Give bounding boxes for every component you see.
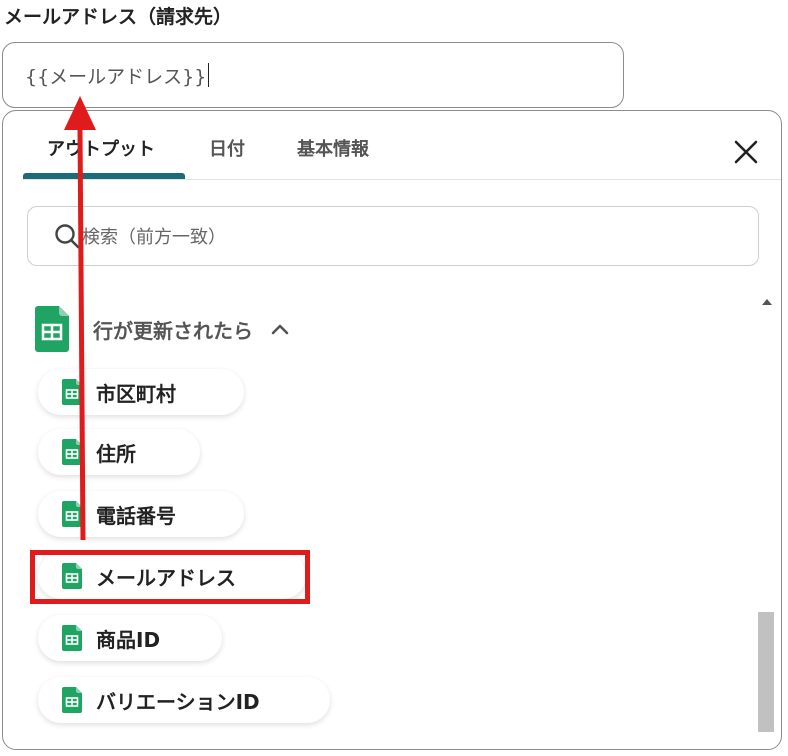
scrollbar[interactable] <box>758 185 776 732</box>
email-billing-input[interactable]: {{メールアドレス}} <box>2 42 624 108</box>
text-caret <box>208 63 210 87</box>
tab-bar: アウトプット 日付 基本情報 <box>23 111 783 181</box>
list-item-label: 市区町村 <box>96 381 176 406</box>
google-sheets-icon <box>35 306 69 352</box>
search-placeholder: 検索（前方一致） <box>82 227 226 248</box>
chevron-up-icon[interactable] <box>271 323 289 335</box>
list-item-label: 住所 <box>96 441 136 466</box>
list-item-label: バリエーションID <box>96 689 260 714</box>
google-sheets-icon <box>62 501 82 527</box>
list-item-phone[interactable]: 電話番号 <box>38 491 244 537</box>
close-icon[interactable] <box>733 139 759 165</box>
group-title: 行が更新されたら <box>93 318 253 343</box>
list-item-label: 商品ID <box>96 627 161 652</box>
list-item-label: 電話番号 <box>96 503 176 528</box>
tab-date[interactable]: 日付 <box>209 135 245 161</box>
google-sheets-icon <box>62 687 82 713</box>
list-item-product-id[interactable]: 商品ID <box>38 615 222 661</box>
google-sheets-icon <box>62 625 82 651</box>
list-item-label: メールアドレス <box>96 565 236 590</box>
list-item-email[interactable]: メールアドレス <box>38 553 306 599</box>
search-icon <box>55 224 80 249</box>
scroll-up-arrow[interactable] <box>762 299 772 305</box>
scroll-thumb[interactable] <box>758 612 774 732</box>
group-header[interactable]: 行が更新されたら <box>35 306 289 352</box>
google-sheets-icon <box>62 563 82 589</box>
google-sheets-icon <box>62 439 82 465</box>
field-label: メールアドレス（請求先） <box>4 6 233 28</box>
email-input-value: {{メールアドレス}} <box>25 65 207 88</box>
list-item-address[interactable]: 住所 <box>38 429 200 475</box>
search-input[interactable]: 検索（前方一致） <box>27 206 759 266</box>
list-item-variation-id[interactable]: バリエーションID <box>38 677 330 723</box>
tab-divider <box>23 179 781 180</box>
google-sheets-icon <box>62 379 82 405</box>
tab-basic-info[interactable]: 基本情報 <box>297 135 369 161</box>
tab-output[interactable]: アウトプット <box>47 135 155 161</box>
list-item-city[interactable]: 市区町村 <box>38 369 244 415</box>
